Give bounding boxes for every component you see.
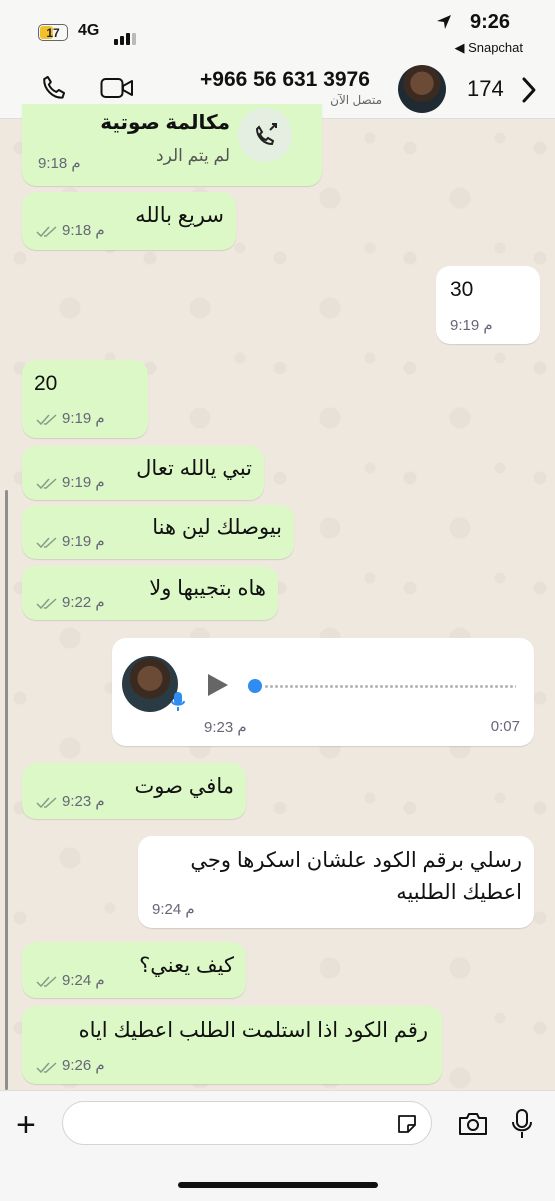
outgoing-message[interactable]: رسلي برقم الكود علشان اسكرها وجي اعطيك ا…: [138, 836, 534, 928]
message-time: 9:23 م: [204, 719, 247, 736]
message-time: 9:24 م: [152, 901, 195, 918]
message-text: 20: [34, 372, 58, 395]
home-indicator[interactable]: [178, 1182, 378, 1188]
video-icon[interactable]: [100, 76, 134, 100]
location-arrow-icon: [437, 15, 451, 29]
incoming-message[interactable]: 9:18 م سريع بالله: [22, 192, 236, 250]
mic-badge-icon: [171, 692, 185, 711]
read-ticks-icon: [36, 976, 57, 988]
clock: 9:26: [469, 11, 510, 33]
message-time: 9:23 م: [62, 793, 105, 810]
message-text: هاه بتجيبها ولا: [149, 577, 266, 600]
missed-call-bubble[interactable]: مكالمة صوتية لم يتم الرد 9:18 م: [22, 104, 322, 186]
play-icon[interactable]: [206, 672, 230, 698]
chat-header: 17 4G 9:26 ◀ Snapchat +966 56 631 3976 م…: [0, 0, 555, 119]
camera-icon[interactable]: [458, 1112, 488, 1136]
message-text: 30: [450, 278, 474, 301]
signal-icon: [114, 27, 138, 45]
battery-indicator: 17: [38, 24, 68, 41]
message-time: 9:24 م: [62, 972, 105, 989]
incoming-message[interactable]: 9:19 م تبي يالله تعال: [22, 446, 264, 500]
network-type: 4G: [78, 22, 100, 39]
voice-waveform[interactable]: [264, 685, 516, 688]
message-time: 9:19 م: [62, 533, 105, 550]
read-ticks-icon: [36, 1062, 57, 1074]
incoming-message[interactable]: 20 9:19 م: [22, 360, 148, 438]
read-ticks-icon: [36, 226, 57, 238]
incoming-message[interactable]: 9:23 م مافي صوت: [22, 763, 246, 819]
incoming-message[interactable]: 9:22 م هاه بتجيبها ولا: [22, 566, 278, 620]
back-app-label[interactable]: Snapchat: [468, 40, 523, 55]
read-ticks-icon: [36, 414, 57, 426]
message-input[interactable]: [62, 1101, 432, 1145]
outgoing-message[interactable]: 30 9:19 م: [436, 266, 540, 344]
read-ticks-icon: [36, 598, 57, 610]
message-text: تبي يالله تعال: [136, 457, 252, 480]
call-subtitle: لم يتم الرد: [156, 146, 230, 165]
message-time: 9:22 م: [62, 594, 105, 611]
call-circle: [238, 108, 292, 162]
message-time: 9:19 م: [62, 474, 105, 491]
voice-progress-knob[interactable]: [248, 679, 262, 693]
back-to-app-link[interactable]: ◀ Snapchat: [454, 40, 523, 56]
status-bar: 17 4G 9:26 ◀ Snapchat: [0, 0, 555, 55]
message-time: 9:19 م: [62, 410, 105, 427]
message-text-line2: اعطيك الطلبيه: [396, 881, 522, 904]
sticker-icon[interactable]: [396, 1113, 418, 1135]
message-text: رقم الكود اذا استلمت الطلب اعطيك اياه: [78, 1019, 428, 1042]
message-time: 9:18 م: [62, 222, 105, 239]
message-text-line1: رسلي برقم الكود علشان اسكرها وجي: [190, 849, 522, 872]
contact-avatar[interactable]: [398, 65, 446, 113]
call-title: مكالمة صوتية: [100, 112, 230, 134]
unread-count[interactable]: 174: [467, 76, 504, 102]
message-text: كيف يعني؟: [139, 954, 234, 977]
presence-status: متصل الآن: [330, 93, 382, 107]
message-time: 9:19 م: [450, 317, 493, 334]
read-ticks-icon: [36, 797, 57, 809]
message-time: 9:18 م: [38, 155, 81, 172]
chevron-right-icon[interactable]: [520, 76, 538, 104]
voice-message[interactable]: 9:23 م 0:07: [112, 638, 534, 746]
message-time: 9:26 م: [62, 1057, 105, 1074]
message-text: سريع بالله: [135, 204, 224, 227]
message-text: مافي صوت: [134, 775, 234, 798]
battery-level: 17: [46, 26, 60, 40]
call-icon: [255, 123, 277, 146]
contact-phone-number[interactable]: +966 56 631 3976: [200, 68, 370, 92]
message-text: بيوصلك لين هنا: [152, 516, 282, 539]
incoming-message[interactable]: 9:24 م كيف يعني؟: [22, 942, 246, 998]
incoming-message[interactable]: رقم الكود اذا استلمت الطلب اعطيك اياه 9:…: [22, 1006, 442, 1084]
read-ticks-icon: [36, 537, 57, 549]
phone-icon[interactable]: [40, 74, 68, 102]
read-ticks-icon: [36, 478, 57, 490]
voice-duration: 0:07: [490, 718, 520, 735]
mic-icon[interactable]: [510, 1108, 534, 1140]
scroll-indicator[interactable]: [5, 490, 8, 1090]
incoming-message[interactable]: 9:19 م بيوصلك لين هنا: [22, 505, 294, 559]
plus-icon[interactable]: +: [16, 1108, 36, 1142]
